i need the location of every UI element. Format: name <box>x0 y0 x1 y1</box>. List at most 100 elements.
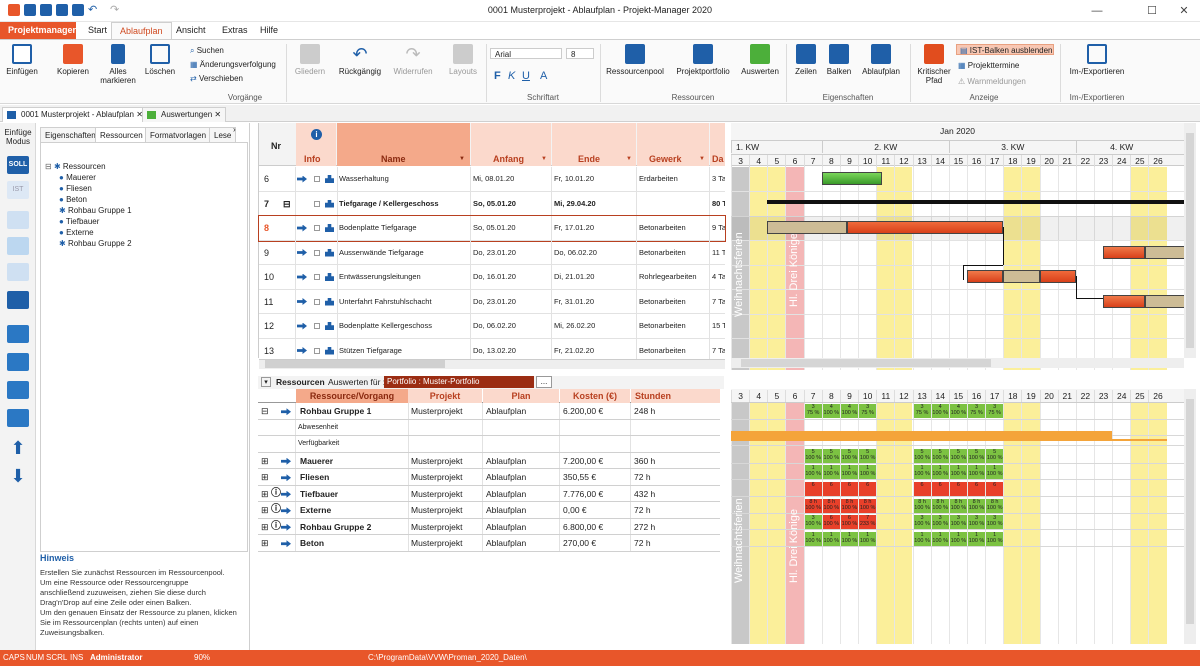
tree-item[interactable]: ✱ Rohbau Gruppe 2 <box>59 238 132 249</box>
load-cell[interactable]: 6 <box>967 482 986 496</box>
checkbox[interactable] <box>314 241 324 265</box>
tab-ablaufplan[interactable]: Ablaufplan <box>111 22 172 39</box>
load-cell[interactable]: 3 100 % <box>949 515 967 529</box>
checkbox[interactable] <box>314 167 324 191</box>
summary-bar[interactable] <box>767 199 1184 204</box>
task-start[interactable]: Do, 23.01.20 <box>473 290 551 314</box>
resource-row[interactable]: ⊞ ⓘ Rohbau Gruppe 2 Musterprojekt Ablaufplan… <box>258 518 720 535</box>
tree-root[interactable]: ⊟ ✱ Ressourcen <box>45 161 106 172</box>
load-cell[interactable]: 3 100 % <box>804 515 822 529</box>
ressourcenpool-button[interactable]: Ressourcenpool <box>604 44 666 76</box>
resource-name[interactable]: Mauerer <box>300 453 408 469</box>
resource-row[interactable]: ⊞ ⓘ Tiefbauer Musterprojekt Ablaufplan 7.776,… <box>258 485 720 502</box>
ablaufplan-button[interactable]: Ablaufplan <box>858 44 904 76</box>
load-cell[interactable]: 1 100 % <box>840 532 859 546</box>
ist-button[interactable]: IST <box>7 181 29 199</box>
task-duration[interactable]: 3 Ta <box>712 167 725 191</box>
load-cell[interactable]: 8 h 100 % <box>859 499 877 513</box>
tree-item[interactable]: ● Externe <box>59 227 94 238</box>
task-duration[interactable]: 11 T <box>712 241 725 265</box>
load-cell[interactable]: 8 h 100 % <box>822 499 840 513</box>
task-bar-actual[interactable] <box>767 221 848 234</box>
task-start[interactable]: Mi, 08.01.20 <box>473 167 551 191</box>
header-nr[interactable]: Nr <box>271 141 281 151</box>
task-row[interactable]: 11 Unterfahrt Fahrstuhlschacht Do, 23.01.2… <box>259 289 725 314</box>
move-down-icon[interactable]: ⬇ <box>7 467 29 485</box>
task-name[interactable]: Unterfahrt Fahrstuhlschacht <box>339 290 469 314</box>
checkbox[interactable] <box>314 290 324 314</box>
load-cell[interactable]: 1 100 % <box>967 465 986 479</box>
load-cell[interactable]: 6 <box>859 482 877 496</box>
load-cell[interactable]: 6 <box>931 482 949 496</box>
task-name[interactable]: Wasserhaltung <box>339 167 469 191</box>
load-cell[interactable]: 3 75 % <box>986 404 1004 418</box>
task-gewerk[interactable]: Betonarbeiten <box>639 290 709 314</box>
resource-assign-icon[interactable] <box>325 265 337 289</box>
header-name-cell[interactable]: Name ▼ <box>337 123 470 166</box>
task-duration[interactable]: 4 Ta <box>712 265 725 289</box>
resource-row[interactable]: Abwesenheit <box>258 419 720 436</box>
resource-row[interactable]: ⊞ ⓘ Externe Musterprojekt Ablaufplan 0,00 € 72… <box>258 502 720 519</box>
task-name[interactable]: Entwässerungsleitungen <box>339 265 469 289</box>
task-row[interactable]: 6 Wasserhaltung Mi, 08.01.20 Fr, 10.01.20 Er… <box>259 167 725 192</box>
load-cell[interactable]: 3 75 % <box>913 404 931 418</box>
move-up-icon[interactable]: ⬆ <box>7 439 29 457</box>
resource-assign-icon[interactable] <box>325 216 337 240</box>
task-name[interactable]: Aussenwände Tiefgarage <box>339 241 469 265</box>
panel-scroll-right-icon[interactable]: › <box>233 125 236 134</box>
task-end[interactable]: Do, 06.02.20 <box>554 241 634 265</box>
task-start[interactable]: So, 05.01.20 <box>473 192 551 216</box>
doc-tab-auswertungen[interactable]: Auswertungen ✕ <box>142 107 227 122</box>
load-cell[interactable]: 8 h 100 % <box>804 499 822 513</box>
task-hscrollbar[interactable] <box>259 359 725 369</box>
task-row[interactable]: 7 ⊟ Tiefgarage / Kellergeschoss So, 05.01.2… <box>259 191 725 216</box>
expand-icon[interactable] <box>261 420 271 436</box>
load-cell[interactable]: 6 <box>840 482 859 496</box>
task-duration[interactable]: 15 T <box>712 314 725 338</box>
task-bar[interactable] <box>966 270 1004 283</box>
loeschen-button[interactable]: Löschen <box>142 44 178 76</box>
load-cell[interactable]: 1 100 % <box>986 465 1004 479</box>
resource-assign-icon[interactable] <box>325 314 337 338</box>
load-cell[interactable]: 4 100 % <box>822 404 840 418</box>
kopieren-button[interactable]: Kopieren <box>52 44 94 76</box>
load-cell[interactable]: 8 h 100 % <box>967 499 986 513</box>
tab-ansicht[interactable]: Ansicht <box>168 22 214 39</box>
resource-assign-icon[interactable] <box>325 192 337 216</box>
collapse-icon[interactable]: ⊟ <box>283 192 293 216</box>
load-cell[interactable]: 6 100 % <box>840 515 859 529</box>
load-cell[interactable]: 3 100 % <box>967 515 986 529</box>
load-cell[interactable]: 8 h 100 % <box>840 499 859 513</box>
load-cell[interactable]: 7 233 % <box>859 515 877 529</box>
checkbox[interactable] <box>314 314 324 338</box>
expand-icon[interactable]: ⊞ <box>261 535 271 551</box>
tab-extras[interactable]: Extras <box>214 22 256 39</box>
verschieben-button[interactable]: ⇄ Verschieben <box>190 73 243 84</box>
load-cell[interactable]: 8 h 100 % <box>986 499 1004 513</box>
zeilen-button[interactable]: Zeilen <box>790 44 822 76</box>
task-gewerk[interactable]: Betonarbeiten <box>639 216 709 240</box>
projekttermine-button[interactable]: ▦ Projekttermine <box>958 60 1019 71</box>
ist-balken-button[interactable]: ▤ IST-Balken ausblenden <box>956 44 1054 55</box>
load-cell[interactable]: 1 100 % <box>804 465 822 479</box>
italic-button[interactable]: K <box>508 70 515 82</box>
tree-item[interactable]: ✱ Rohbau Gruppe 1 <box>59 205 132 216</box>
task-bar[interactable] <box>1039 270 1076 283</box>
suchen-button[interactable]: ⌕ Suchen <box>190 45 224 56</box>
task-gewerk[interactable]: Erdarbeiten <box>639 167 709 191</box>
load-cell[interactable]: 1 100 % <box>931 465 949 479</box>
load-cell[interactable]: 4 100 % <box>931 404 949 418</box>
header-gewerk-cell[interactable]: Gewerk ▼ <box>637 123 709 166</box>
task-duration[interactable]: 7 Ta <box>712 290 725 314</box>
expand-icon[interactable]: ⊞ <box>261 453 271 469</box>
resource-row[interactable]: ⊞ Beton Musterprojekt Ablaufplan 270,00 € 72 … <box>258 535 720 552</box>
tree-item[interactable]: ● Tiefbauer <box>59 216 99 227</box>
gliedern-button[interactable]: Gliedern <box>290 44 330 76</box>
resource-assign-icon[interactable] <box>325 167 337 191</box>
load-cell[interactable]: 5 100 % <box>859 449 877 463</box>
alles-markieren-button[interactable]: Alles markieren <box>96 44 140 85</box>
task-bar-actual[interactable] <box>1003 270 1040 283</box>
load-cell[interactable]: 1 100 % <box>967 532 986 546</box>
load-cell[interactable]: 1 100 % <box>913 465 931 479</box>
res-header-stunden[interactable]: Stunden <box>631 389 720 403</box>
